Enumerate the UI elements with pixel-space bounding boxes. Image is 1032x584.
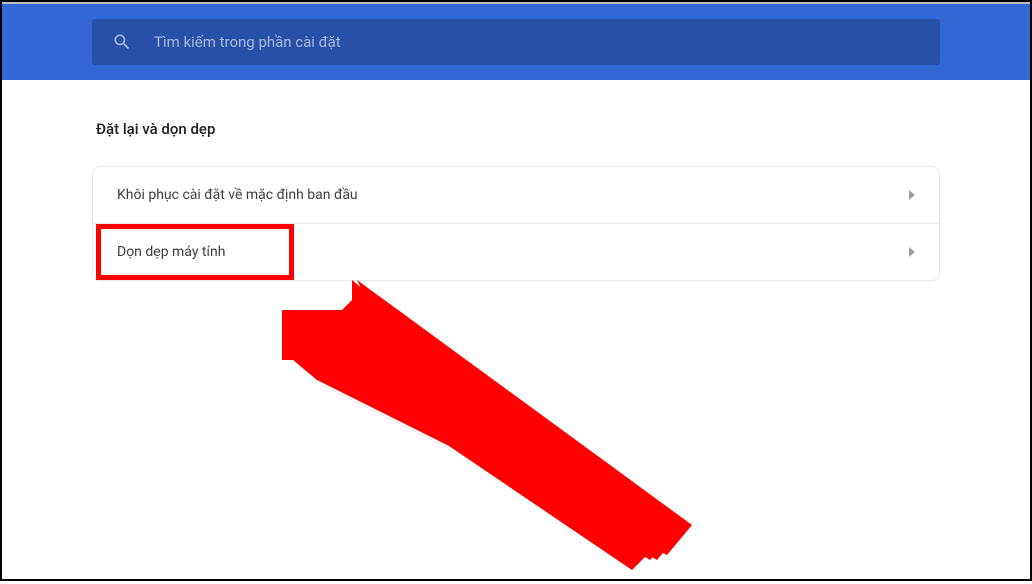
settings-row-clean-computer[interactable]: Dọn dẹp máy tính bbox=[93, 224, 939, 280]
settings-card: Khôi phục cài đặt về mặc định ban đầu Dọ… bbox=[92, 166, 940, 281]
chevron-right-icon bbox=[909, 247, 915, 257]
row-label: Dọn dẹp máy tính bbox=[117, 244, 225, 260]
search-placeholder: Tìm kiếm trong phần cài đặt bbox=[154, 33, 341, 51]
section-title: Đặt lại và dọn dẹp bbox=[96, 120, 940, 138]
row-label: Khôi phục cài đặt về mặc định ban đầu bbox=[117, 187, 358, 203]
settings-row-restore-defaults[interactable]: Khôi phục cài đặt về mặc định ban đầu bbox=[93, 167, 939, 224]
search-box[interactable]: Tìm kiếm trong phần cài đặt bbox=[92, 19, 940, 65]
search-icon bbox=[112, 32, 132, 52]
header-bar: Tìm kiếm trong phần cài đặt bbox=[2, 4, 1030, 80]
arrow-svg bbox=[292, 282, 712, 572]
content-area: Đặt lại và dọn dẹp Khôi phục cài đặt về … bbox=[2, 80, 1030, 281]
chevron-right-icon bbox=[909, 190, 915, 200]
arrow-annotation bbox=[282, 280, 702, 584]
